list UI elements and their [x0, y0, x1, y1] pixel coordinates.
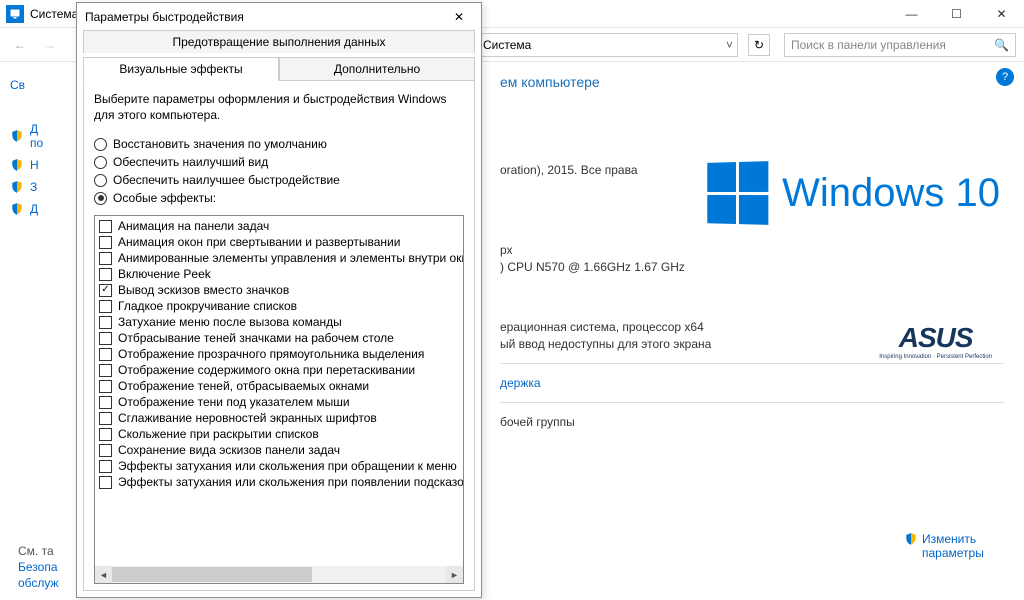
radio-option[interactable]: Особые эффекты: — [94, 191, 464, 205]
maximize-button[interactable]: ☐ — [934, 0, 979, 28]
checkbox-icon — [99, 300, 112, 313]
chevron-down-icon[interactable]: ˅ — [726, 38, 733, 52]
checkbox-row[interactable]: Эффекты затухания или скольжения при обр… — [95, 458, 463, 474]
checkbox-row[interactable]: Отбрасывание теней значками на рабочем с… — [95, 330, 463, 346]
checkbox-row[interactable]: Сохранение вида эскизов панели задач — [95, 442, 463, 458]
checkbox-icon — [99, 316, 112, 329]
radio-option[interactable]: Обеспечить наилучшее быстродействие — [94, 173, 464, 187]
tab-visual-effects[interactable]: Визуальные эффекты — [83, 57, 279, 81]
shield-icon — [10, 129, 24, 143]
performance-options-dialog: Параметры быстродействия ✕ Предотвращени… — [76, 2, 482, 598]
checkbox-icon — [99, 460, 112, 473]
checkbox-icon — [99, 428, 112, 441]
back-button[interactable]: ← — [8, 33, 32, 57]
checkbox-icon — [99, 476, 112, 489]
tab-content: Выберите параметры оформления и быстроде… — [83, 80, 475, 591]
radio-icon — [94, 138, 107, 151]
checkbox-row[interactable]: Эффекты затухания или скольжения при поя… — [95, 474, 463, 490]
breadcrumb[interactable]: Система ˅ — [478, 33, 738, 57]
checkbox-row[interactable]: Анимированные элементы управления и элем… — [95, 250, 463, 266]
checkbox-icon — [99, 412, 112, 425]
checkbox-icon — [99, 284, 112, 297]
scroll-right-arrow[interactable]: ► — [446, 566, 463, 583]
shield-icon — [10, 202, 24, 216]
checkbox-icon — [99, 268, 112, 281]
change-settings-link[interactable]: Изменить параметры — [904, 532, 992, 560]
sidebar-footer-link[interactable]: Безопа — [18, 560, 59, 574]
workgroup-line: бочей группы — [500, 415, 1004, 429]
checkbox-icon — [99, 252, 112, 265]
checkbox-row[interactable]: Отображение теней, отбрасываемых окнами — [95, 378, 463, 394]
checkbox-row[interactable]: Гладкое прокручивание списков — [95, 298, 463, 314]
search-icon: 🔍 — [994, 38, 1009, 52]
radio-icon — [94, 192, 107, 205]
breadcrumb-text: Система — [483, 38, 531, 52]
checkbox-row[interactable]: Отображение содержимого окна при перетас… — [95, 362, 463, 378]
checkbox-icon — [99, 236, 112, 249]
checkbox-icon — [99, 348, 112, 361]
effects-checklist: Анимация на панели задачАнимация окон пр… — [94, 215, 464, 584]
search-input[interactable]: Поиск в панели управления 🔍 — [784, 33, 1016, 57]
radio-option[interactable]: Восстановить значения по умолчанию — [94, 137, 464, 151]
shield-icon — [10, 180, 24, 194]
windows-icon — [707, 161, 768, 225]
asus-logo: ASUS Inspiring Innovation · Persistent P… — [879, 322, 992, 360]
sidebar-footer: См. та Безопа обслуж — [18, 544, 59, 592]
checkbox-icon — [99, 220, 112, 233]
dialog-close-button[interactable]: ✕ — [445, 5, 473, 29]
checkbox-row[interactable]: Затухание меню после вызова команды — [95, 314, 463, 330]
support-link[interactable]: держка — [500, 376, 1004, 390]
scroll-thumb[interactable] — [112, 567, 312, 582]
radio-icon — [94, 156, 107, 169]
dialog-titlebar: Параметры быстродействия ✕ — [77, 3, 481, 31]
search-placeholder: Поиск в панели управления — [791, 38, 946, 52]
tab-dep[interactable]: Предотвращение выполнения данных — [83, 30, 475, 53]
forward-button[interactable]: → — [38, 33, 62, 57]
cpu-line: ) CPU N570 @ 1.66GHz 1.67 GHz — [500, 260, 1004, 274]
checkbox-row[interactable]: Отображение тени под указателем мыши — [95, 394, 463, 410]
checkbox-icon — [99, 444, 112, 457]
checkbox-icon — [99, 364, 112, 377]
shield-icon — [904, 532, 918, 546]
checkbox-icon — [99, 332, 112, 345]
checkbox-row[interactable]: Скольжение при раскрытии списков — [95, 426, 463, 442]
app-icon — [6, 5, 24, 23]
checkbox-icon — [99, 396, 112, 409]
window-title: Система — [30, 7, 78, 21]
tab-advanced[interactable]: Дополнительно — [279, 57, 475, 81]
checkbox-row[interactable]: Отображение прозрачного прямоугольника в… — [95, 346, 463, 362]
cpu-line: рх — [500, 243, 1004, 257]
refresh-button[interactable]: ↻ — [748, 34, 770, 56]
minimize-button[interactable]: — — [889, 0, 934, 28]
checkbox-row[interactable]: Анимация на панели задач — [95, 218, 463, 234]
shield-icon — [10, 158, 24, 172]
windows10-logo: Windows 10 — [706, 162, 1000, 224]
help-icon[interactable]: ? — [996, 68, 1014, 86]
section-heading: ем компьютере — [500, 74, 1004, 90]
close-button[interactable]: ✕ — [979, 0, 1024, 28]
checkbox-row[interactable]: Сглаживание неровностей экранных шрифтов — [95, 410, 463, 426]
checkbox-icon — [99, 380, 112, 393]
radio-icon — [94, 174, 107, 187]
sidebar-footer-link[interactable]: обслуж — [18, 576, 59, 590]
dialog-description: Выберите параметры оформления и быстроде… — [94, 91, 464, 123]
checkbox-row[interactable]: Анимация окон при свертывании и разверты… — [95, 234, 463, 250]
horizontal-scrollbar[interactable]: ◄ ► — [95, 566, 463, 583]
radio-option[interactable]: Обеспечить наилучший вид — [94, 155, 464, 169]
checkbox-row[interactable]: Вывод эскизов вместо значков — [95, 282, 463, 298]
checkbox-row[interactable]: Включение Peek — [95, 266, 463, 282]
scroll-left-arrow[interactable]: ◄ — [95, 566, 112, 583]
dialog-title: Параметры быстродействия — [85, 10, 244, 24]
